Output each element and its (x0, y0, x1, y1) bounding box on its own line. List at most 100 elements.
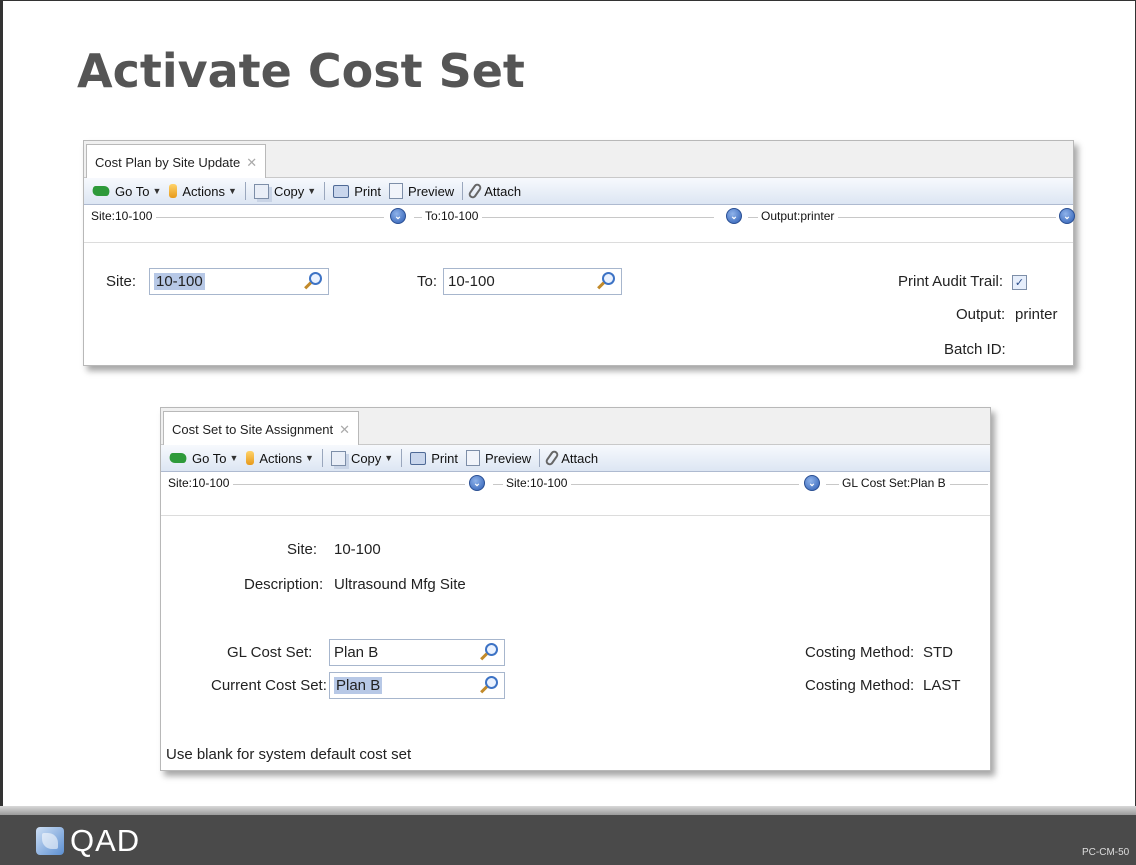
caret-down-icon: ▼ (307, 186, 317, 196)
toolbar: Go To ▼ Actions ▼ Copy ▼ Print Preview Atta… (161, 445, 990, 472)
gl-cost-set-label: GL Cost Set: (227, 644, 313, 661)
to-input[interactable]: 10-100 (443, 268, 622, 295)
slide-title: Activate Cost Set (77, 44, 525, 98)
gl-cost-set-input[interactable]: Plan B (329, 639, 505, 666)
tab-strip: Cost Set to Site Assignment ✕ (161, 408, 990, 446)
preview-button[interactable]: Preview (462, 447, 535, 469)
copy-label: Copy (273, 183, 305, 199)
slide-border-top (0, 0, 1136, 1)
close-icon[interactable]: ✕ (246, 155, 257, 170)
actions-label: Actions (259, 450, 303, 466)
preview-label: Preview (484, 450, 532, 466)
site-input[interactable]: 10-100 (149, 268, 329, 295)
goto-button[interactable]: Go To ▼ (165, 447, 242, 469)
copy-button[interactable]: Copy ▼ (250, 180, 320, 202)
costing-method-label-1: Costing Method: (805, 644, 915, 661)
toolbar-separator (244, 182, 246, 200)
to-value: 10-100 (448, 273, 495, 290)
goto-icon (167, 453, 189, 463)
print-audit-trail-label: Print Audit Trail: (898, 273, 1004, 290)
copy-label: Copy (350, 450, 382, 466)
gl-cost-set-value: Plan B (334, 644, 379, 661)
chevron-down-icon[interactable]: ⌄ (469, 475, 485, 491)
chevron-down-icon[interactable]: ⌄ (390, 208, 406, 224)
print-button[interactable]: Print (329, 180, 385, 202)
to-label: To: (417, 273, 438, 290)
preview-button[interactable]: Preview (385, 180, 458, 202)
qad-logo-icon (36, 827, 64, 855)
filter-site: Site:10-100 (88, 209, 157, 223)
lookup-icon[interactable] (602, 272, 615, 285)
lookup-icon[interactable] (485, 643, 498, 656)
print-button[interactable]: Print (406, 447, 462, 469)
caret-down-icon: ▼ (305, 453, 314, 463)
caret-down-icon: ▼ (229, 453, 239, 463)
actions-button[interactable]: Actions ▼ (165, 180, 241, 202)
description-label: Description: (244, 576, 324, 593)
site-value: 10-100 (334, 541, 381, 558)
site-label: Site: (106, 273, 137, 290)
goto-icon (90, 186, 112, 196)
print-audit-trail-checkbox[interactable]: ✓ (1012, 275, 1027, 290)
filter-to: To:10-100 (422, 209, 483, 223)
lookup-icon[interactable] (485, 676, 498, 689)
chevron-down-icon[interactable]: ⌄ (726, 208, 742, 224)
caret-down-icon: ▼ (228, 186, 237, 196)
filter-gl-cost-set: GL Cost Set:Plan B (839, 476, 950, 490)
output-value: printer (1015, 306, 1058, 323)
printer-icon (333, 184, 350, 198)
toolbar-separator (539, 449, 541, 467)
toolbar: Go To ▼ Actions ▼ Copy ▼ Print Preview Atta… (84, 178, 1073, 205)
chevron-down-icon[interactable]: ⌄ (1059, 208, 1075, 224)
cost-plan-by-site-update-window: Cost Plan by Site Update ✕ Go To ▼ Actions… (83, 140, 1075, 366)
toolbar-separator (321, 449, 323, 467)
tab-cost-set-to-site-assignment[interactable]: Cost Set to Site Assignment ✕ (163, 411, 360, 446)
filter-bar: Site:10-100 ⌄ Site:10-100 ⌄ GL Cost Set:… (161, 472, 990, 496)
divider (161, 515, 990, 516)
filter-site-to: Site:10-100 (503, 476, 572, 490)
copy-icon (330, 450, 346, 466)
toolbar-separator (401, 449, 403, 467)
site-label: Site: (287, 541, 318, 558)
chevron-down-icon[interactable]: ⌄ (804, 475, 820, 491)
tab-cost-plan-by-site-update[interactable]: Cost Plan by Site Update ✕ (86, 144, 267, 179)
footer-bar (0, 815, 1136, 865)
cost-set-to-site-assignment-window: Cost Set to Site Assignment ✕ Go To ▼ Acti… (160, 407, 991, 771)
print-label: Print (354, 183, 381, 199)
copy-button[interactable]: Copy ▼ (327, 447, 397, 469)
costing-method-label-2: Costing Method: (805, 677, 915, 694)
actions-label: Actions (182, 183, 226, 199)
costing-method-value-2: LAST (923, 677, 961, 694)
tab-title: Cost Set to Site Assignment (172, 422, 334, 437)
batch-id-label: Batch ID: (944, 341, 1006, 358)
output-label: Output: (956, 306, 1006, 323)
divider (84, 242, 1073, 243)
copy-icon (253, 183, 269, 199)
goto-button[interactable]: Go To ▼ (88, 180, 165, 202)
site-value: 10-100 (154, 273, 205, 290)
actions-icon (169, 184, 178, 198)
current-cost-set-input[interactable]: Plan B (329, 672, 505, 699)
hint-text: Use blank for system default cost set (166, 746, 412, 763)
lookup-icon[interactable] (309, 272, 322, 285)
filter-bar: Site:10-100 ⌄ To:10-100 ⌄ Output:printer… (84, 205, 1075, 229)
caret-down-icon: ▼ (384, 453, 394, 463)
paperclip-icon (467, 182, 484, 200)
attach-button[interactable]: Attach (544, 447, 602, 469)
tab-title: Cost Plan by Site Update (95, 155, 241, 170)
slide-border-left (0, 0, 3, 815)
costing-method-value-1: STD (923, 644, 953, 661)
actions-button[interactable]: Actions ▼ (242, 447, 318, 469)
attach-label: Attach (561, 450, 599, 466)
print-label: Print (431, 450, 458, 466)
paperclip-icon (544, 449, 561, 467)
filter-site: Site:10-100 (165, 476, 234, 490)
preview-icon (465, 450, 480, 466)
goto-label: Go To (115, 183, 150, 199)
attach-label: Attach (484, 183, 522, 199)
caret-down-icon: ▼ (152, 186, 162, 196)
qad-logo-text: QAD (70, 823, 141, 858)
attach-button[interactable]: Attach (467, 180, 525, 202)
actions-icon (246, 451, 255, 465)
close-icon[interactable]: ✕ (339, 422, 350, 437)
